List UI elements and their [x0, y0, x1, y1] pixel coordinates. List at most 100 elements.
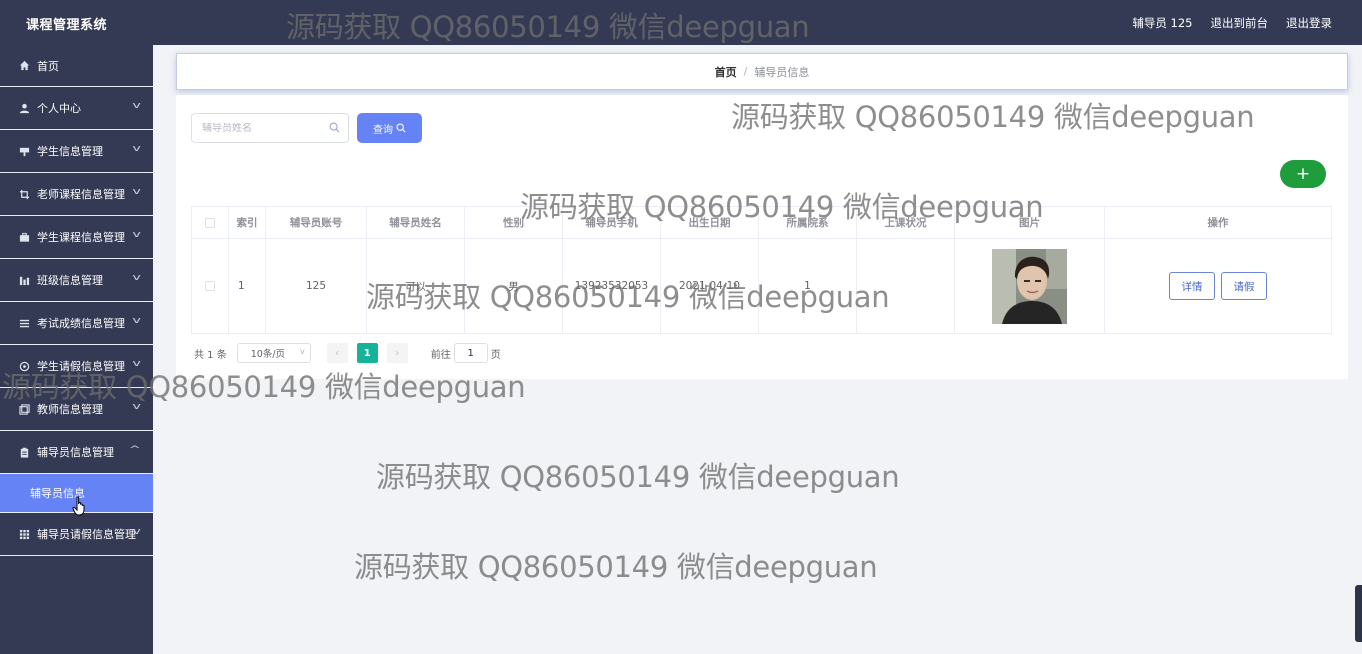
briefcase-icon — [18, 231, 30, 243]
chevron-down-icon: v — [132, 230, 141, 240]
back-to-front-link[interactable]: 退出到前台 — [1211, 15, 1269, 31]
sidebar-item-student-course[interactable]: 学生课程信息管理 v — [0, 216, 153, 259]
counselor-table: 索引 辅导员账号 辅导员姓名 性别 辅导员手机 出生日期 所属院系 上课状况 图… — [191, 206, 1332, 334]
column-header: 性别 — [465, 207, 563, 238]
next-page-button[interactable]: › — [386, 343, 408, 363]
sidebar-item-label: 教师信息管理 — [37, 403, 103, 416]
birth-date-cell: 2021-04-10 — [661, 239, 759, 333]
leave-button[interactable]: 请假 — [1221, 272, 1267, 300]
column-header: 辅导员手机 — [563, 207, 661, 238]
logout-link[interactable]: 退出登录 — [1286, 15, 1332, 31]
clipboard-icon — [18, 446, 30, 458]
account-cell: 125 — [266, 239, 367, 333]
gender-cell: 男 — [465, 239, 563, 333]
counselor-photo[interactable] — [992, 248, 1067, 324]
search-icon — [329, 122, 340, 133]
column-header: 出生日期 — [661, 207, 759, 238]
sidebar-item-personal-center[interactable]: 个人中心 v — [0, 87, 153, 130]
department-cell: 1 — [759, 239, 857, 333]
chevron-down-icon: v — [132, 402, 141, 412]
search-icon — [396, 123, 406, 133]
chevron-down-icon: v — [132, 273, 141, 283]
sidebar-subitem-counselor-info[interactable]: 辅导员信息 — [0, 474, 153, 516]
top-right-links: 辅导员 125 退出到前台 退出登录 — [1132, 15, 1332, 31]
grid-icon — [18, 528, 30, 540]
chevron-down-icon: v — [132, 144, 141, 154]
goto-page: 前往 1 页 — [431, 343, 501, 363]
sidebar-item-home[interactable]: 首页 — [0, 45, 153, 87]
row-checkbox[interactable] — [205, 281, 215, 291]
sidebar-item-teacher-course[interactable]: 老师课程信息管理 v — [0, 173, 153, 216]
row-select-cell — [192, 239, 229, 333]
query-button[interactable]: 查询 — [357, 113, 422, 143]
sidebar-item-label: 首页 — [37, 59, 59, 73]
sidebar-item-label: 班级信息管理 — [37, 274, 103, 287]
column-header: 索引 — [229, 207, 266, 238]
breadcrumb-current: 辅导员信息 — [754, 65, 810, 79]
header-select-all — [192, 207, 229, 238]
sidebar-item-student-info[interactable]: 学生信息管理 v — [0, 130, 153, 173]
column-header: 操作 — [1207, 217, 1229, 229]
sidebar-item-label: 学生课程信息管理 — [37, 231, 125, 244]
name-cell: 可以 — [367, 239, 465, 333]
main-panel: 查询 + 索引 辅导员账号 辅导员姓名 性别 辅导员手机 出生日期 所属院系 上… — [176, 95, 1348, 379]
sidebar-item-exam-scores[interactable]: 考试成绩信息管理 v — [0, 302, 153, 345]
sidebar-item-label: 考试成绩信息管理 — [37, 317, 125, 330]
sidebar-item-teacher-info[interactable]: 教师信息管理 v — [0, 388, 153, 431]
sidebar-item-counselor-info[interactable]: 辅导员信息管理 ^ — [0, 431, 153, 474]
column-header: 辅导员账号 — [266, 207, 367, 238]
column-header: 辅导员姓名 — [367, 207, 465, 238]
tag-icon — [18, 145, 30, 157]
pagination-total: 共 1 条 — [194, 349, 227, 361]
sidebar-item-label: 个人中心 — [37, 102, 81, 115]
chevron-down-icon: v — [132, 101, 141, 111]
detail-button[interactable]: 详情 — [1169, 272, 1215, 300]
top-bar: 课程管理系统 辅导员 125 退出到前台 退出登录 — [0, 0, 1362, 45]
actions-cell: 详情 请假 — [1105, 239, 1331, 333]
list-icon — [18, 317, 30, 329]
page-size-value: 10条/页 — [250, 349, 286, 360]
user-icon — [18, 102, 30, 114]
class-status-cell — [857, 239, 955, 333]
chevron-down-icon: v — [132, 187, 141, 197]
sidebar-item-student-leave[interactable]: 学生请假信息管理 v — [0, 345, 153, 388]
page-number-button[interactable]: 1 — [356, 343, 378, 363]
home-icon — [18, 60, 30, 72]
current-user-label: 辅导员 125 — [1132, 16, 1193, 30]
goto-page-input[interactable]: 1 — [453, 343, 488, 363]
breadcrumb: 首页 / 辅导员信息 — [176, 53, 1348, 90]
goto-prefix: 前往 — [430, 349, 451, 361]
sidebar-item-label: 辅导员信息管理 — [37, 446, 114, 459]
copy-icon — [18, 403, 30, 415]
sidebar-item-class-info[interactable]: 班级信息管理 v — [0, 259, 153, 302]
column-header: 所属院系 — [759, 207, 857, 238]
select-all-checkbox[interactable] — [205, 217, 215, 228]
search-field[interactable] — [191, 113, 349, 143]
page-size-select[interactable]: 10条/页 v — [236, 343, 311, 363]
app-title: 课程管理系统 — [26, 18, 108, 33]
sidebar-item-label: 辅导员请假信息管理 — [37, 528, 136, 541]
sidebar-item-label: 老师课程信息管理 — [37, 188, 125, 201]
breadcrumb-home[interactable]: 首页 — [715, 64, 737, 80]
watermark-text: 源码获取 QQ86050149 微信deepguan — [354, 550, 878, 584]
search-input[interactable] — [202, 122, 327, 134]
add-button[interactable]: + — [1280, 160, 1326, 188]
scrollbar-thumb[interactable] — [1355, 585, 1362, 642]
bar-chart-icon — [18, 274, 30, 286]
table-row: 1 125 可以 男 13923532053 2021-04-10 1 详情 请… — [192, 239, 1331, 333]
chevron-down-icon: v — [132, 527, 141, 537]
pagination: 共 1 条 10条/页 v ‹ 1 › 前往 1 页 — [194, 343, 501, 363]
prev-page-button[interactable]: ‹ — [326, 343, 348, 363]
circle-icon — [18, 360, 30, 372]
query-button-label: 查询 — [373, 124, 393, 136]
chevron-down-icon: v — [300, 347, 305, 356]
crop-icon — [18, 188, 30, 200]
chevron-down-icon: v — [132, 316, 141, 326]
photo-cell — [955, 239, 1105, 333]
sidebar-item-counselor-leave[interactable]: 辅导员请假信息管理 v — [0, 513, 153, 556]
breadcrumb-separator: / — [743, 65, 748, 78]
phone-cell: 13923532053 — [563, 239, 661, 333]
goto-suffix: 页 — [490, 349, 501, 361]
sidebar-item-label: 学生信息管理 — [37, 145, 103, 158]
watermark-text: 源码获取 QQ86050149 微信deepguan — [376, 460, 900, 494]
